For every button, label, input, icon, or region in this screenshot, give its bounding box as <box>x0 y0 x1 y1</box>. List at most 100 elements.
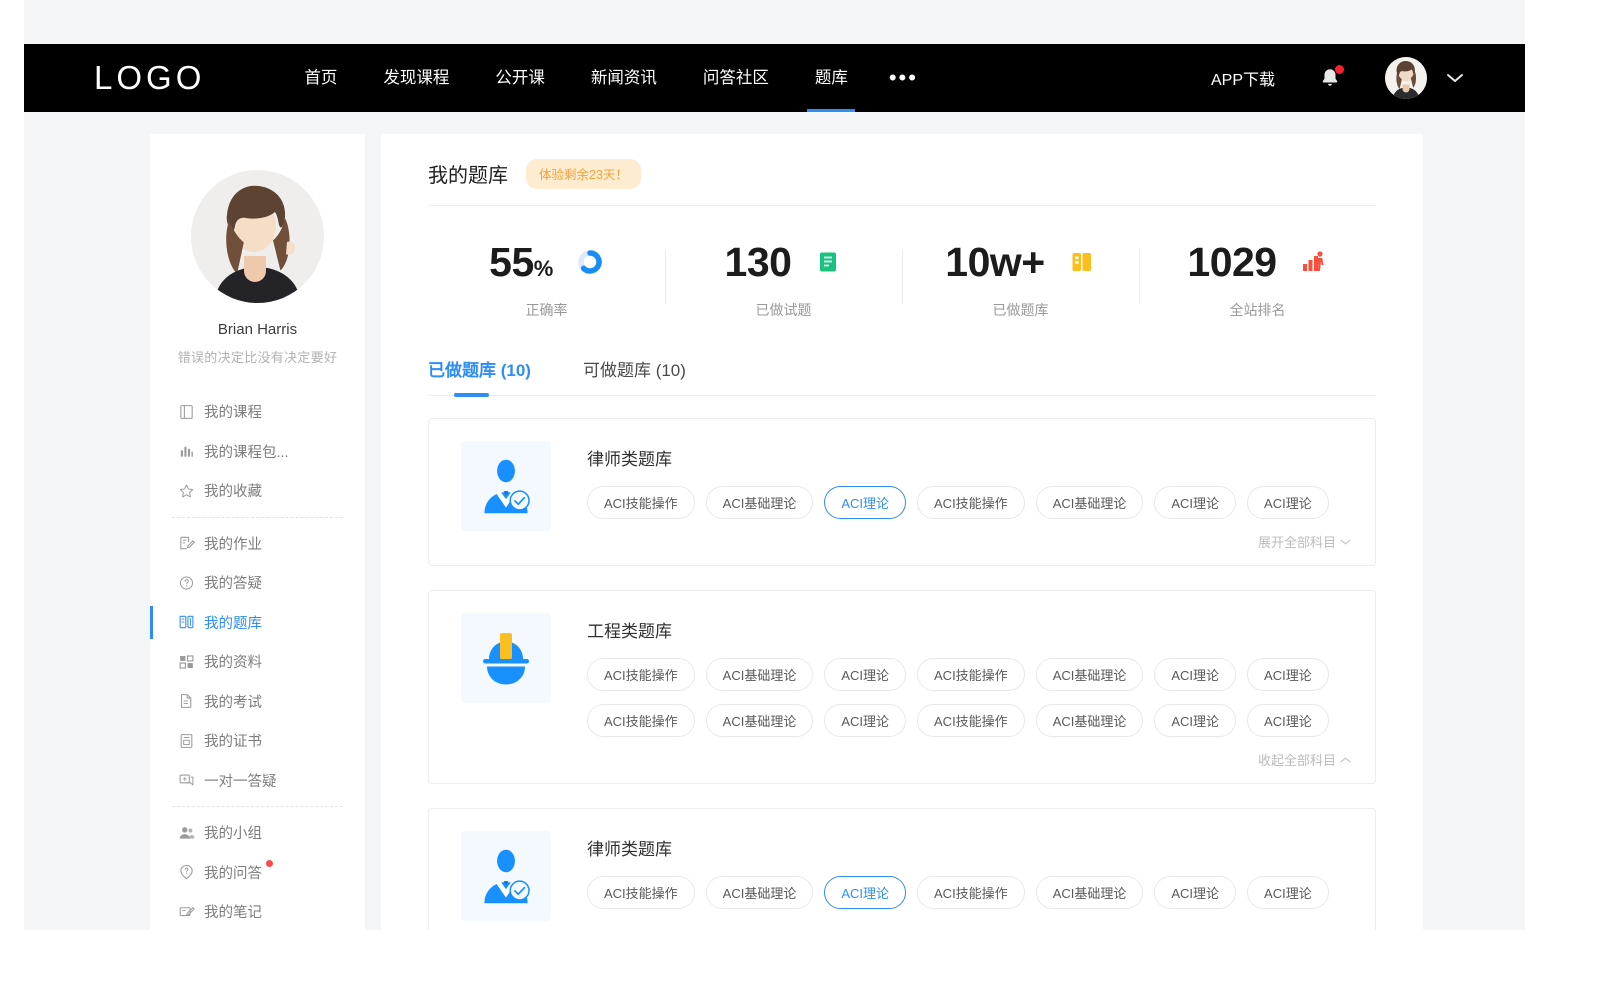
question-bank-card[interactable]: 律师类题库ACI技能操作ACI基础理论ACI理论ACI技能操作ACI基础理论AC… <box>428 808 1376 931</box>
site-header: LOGO 首页发现课程公开课新闻资讯问答社区题库 ••• APP下载 <box>24 44 1525 112</box>
chevron-down-icon <box>1340 534 1351 549</box>
sidebar-item-label: 我的考试 <box>204 691 262 712</box>
subject-tag[interactable]: ACI基础理论 <box>1036 876 1144 909</box>
app-download-link[interactable]: APP下载 <box>1211 66 1275 90</box>
subject-tag[interactable]: ACI技能操作 <box>917 876 1025 909</box>
subject-tag[interactable]: ACI理论 <box>1247 876 1329 909</box>
sidebar-item-label: 我的课程包... <box>204 441 289 462</box>
sidebar-item-10[interactable]: 我的小组 <box>150 813 365 853</box>
nav-item-0[interactable]: 首页 <box>281 44 360 112</box>
sidebar-item-4[interactable]: 我的答疑 <box>150 563 365 603</box>
sidebar-item-7[interactable]: 我的考试 <box>150 682 365 722</box>
subject-tag[interactable]: ACI基础理论 <box>706 658 814 691</box>
subject-tag[interactable]: ACI技能操作 <box>917 704 1025 737</box>
stat-card-1: 130已做试题 <box>665 242 902 320</box>
subject-tag[interactable]: ACI技能操作 <box>587 486 695 519</box>
stat-unit: % <box>534 256 553 281</box>
stat-value-row: 55% <box>489 242 604 283</box>
subject-tag[interactable]: ACI技能操作 <box>917 486 1025 519</box>
subject-tag[interactable]: ACI基础理论 <box>1036 486 1144 519</box>
subject-tag[interactable]: ACI技能操作 <box>587 704 695 737</box>
toggle-subjects-button[interactable]: 展开全部科目 <box>587 532 1351 551</box>
subject-tag[interactable]: ACI基础理论 <box>706 876 814 909</box>
sidebar-item-9[interactable]: 一对一答疑 <box>150 761 365 801</box>
subject-tag[interactable]: ACI理论 <box>824 486 906 519</box>
sidebar-item-label: 我的答疑 <box>204 572 262 593</box>
profile-avatar[interactable] <box>191 170 324 303</box>
yellow-book-icon <box>1068 248 1096 276</box>
header-right: APP下载 <box>1211 57 1465 99</box>
subject-tag[interactable]: ACI技能操作 <box>587 658 695 691</box>
nav-item-5[interactable]: 题库 <box>792 44 871 112</box>
avatar[interactable] <box>1385 57 1427 99</box>
page-root: LOGO 首页发现课程公开课新闻资讯问答社区题库 ••• APP下载 <box>24 0 1525 930</box>
subject-tag-row: ACI技能操作 ACI基础理论 ACI理论 ACI技能操作 ACI基础理论 ACI理论 AC… <box>587 486 1351 519</box>
subject-tag-list: ACI技能操作 ACI基础理论 ACI理论 ACI技能操作 ACI基础理论 ACI理论 AC… <box>587 876 1351 909</box>
homework-icon <box>178 535 195 552</box>
stat-value: 1029 <box>1187 242 1276 283</box>
sidebar-menu: 我的课程我的课程包... 我的收藏我的作业我的答疑我的题库我的资料我的考试我的证书… <box>150 392 365 930</box>
subject-tag[interactable]: ACI基础理论 <box>706 486 814 519</box>
stat-card-0: 55% 正确率 <box>428 242 665 320</box>
qa-icon <box>178 864 195 881</box>
subject-tag[interactable]: ACI理论 <box>1154 876 1236 909</box>
subject-tag-row: ACI技能操作 ACI基础理论 ACI理论 ACI技能操作 ACI基础理论 ACI理论 AC… <box>587 658 1351 691</box>
tab-1[interactable]: 可做题库 (10) <box>583 356 686 395</box>
subject-tag-row: ACI技能操作 ACI基础理论 ACI理论 ACI技能操作 ACI基础理论 ACI理论 AC… <box>587 704 1351 737</box>
nav-item-2[interactable]: 公开课 <box>472 44 568 112</box>
certificate-icon <box>178 732 195 749</box>
subject-tag[interactable]: ACI理论 <box>1247 658 1329 691</box>
subject-tag[interactable]: ACI理论 <box>824 658 906 691</box>
subject-tag[interactable]: ACI理论 <box>1247 704 1329 737</box>
stat-card-3: 1029 全站排名 <box>1139 242 1376 320</box>
stat-value-row: 130 <box>725 242 843 283</box>
sidebar-item-6[interactable]: 我的资料 <box>150 642 365 682</box>
sidebar-item-11[interactable]: 我的问答 <box>150 853 365 893</box>
subject-tag[interactable]: ACI理论 <box>1154 486 1236 519</box>
subject-tag[interactable]: ACI理论 <box>1154 658 1236 691</box>
nav-item-3[interactable]: 新闻资讯 <box>568 44 680 112</box>
sidebar-item-2[interactable]: 我的收藏 <box>150 471 365 511</box>
sidebar-item-1[interactable]: 我的课程包... <box>150 432 365 472</box>
subject-tag[interactable]: ACI理论 <box>824 876 906 909</box>
chevron-down-icon[interactable] <box>1445 71 1465 85</box>
sidebar-item-label: 我的笔记 <box>204 901 262 922</box>
stat-label: 正确率 <box>526 300 568 320</box>
subject-tag[interactable]: ACI理论 <box>1154 704 1236 737</box>
subject-tag[interactable]: ACI理论 <box>1247 486 1329 519</box>
sidebar-item-0[interactable]: 我的课程 <box>150 392 365 432</box>
subject-tag[interactable]: ACI基础理论 <box>706 704 814 737</box>
stat-label: 已做题库 <box>993 300 1049 320</box>
card-body: 律师类题库ACI技能操作ACI基础理论ACI理论ACI技能操作ACI基础理论AC… <box>587 831 1351 922</box>
stats-row: 55% 正确率 130已做试题10w+已做题库 1029 全站排名 <box>428 206 1376 348</box>
toggle-subjects-label: 收起全部科目 <box>1258 750 1336 769</box>
group-icon <box>178 824 195 841</box>
sidebar-item-3[interactable]: 我的作业 <box>150 524 365 564</box>
stat-label: 全站排名 <box>1230 300 1286 320</box>
subject-tag[interactable]: ACI技能操作 <box>917 658 1025 691</box>
sidebar-item-12[interactable]: 我的笔记 <box>150 892 365 930</box>
nav-more-button[interactable]: ••• <box>871 53 936 103</box>
card-list: 律师类题库ACI技能操作ACI基础理论ACI理论ACI技能操作ACI基础理论AC… <box>428 396 1376 931</box>
sidebar-item-8[interactable]: 我的证书 <box>150 721 365 761</box>
subject-tag[interactable]: ACI基础理论 <box>1036 658 1144 691</box>
card-title: 律师类题库 <box>587 445 1351 470</box>
nav-item-4[interactable]: 问答社区 <box>680 44 792 112</box>
question-bank-card[interactable]: 律师类题库ACI技能操作ACI基础理论ACI理论ACI技能操作ACI基础理论AC… <box>428 418 1376 566</box>
sidebar-item-label: 我的问答 <box>204 862 262 883</box>
nav-item-1[interactable]: 发现课程 <box>360 44 472 112</box>
subject-tag[interactable]: ACI基础理论 <box>1036 704 1144 737</box>
stat-card-2: 10w+已做题库 <box>902 242 1139 320</box>
toggle-subjects-button[interactable]: 收起全部科目 <box>587 750 1351 769</box>
profile-name: Brian Harris <box>150 321 365 338</box>
logo[interactable]: LOGO <box>94 59 205 97</box>
tab-0[interactable]: 已做题库 (10) <box>428 356 531 395</box>
subject-tag[interactable]: ACI理论 <box>824 704 906 737</box>
card-body: 工程类题库ACI技能操作ACI基础理论ACI理论ACI技能操作ACI基础理论AC… <box>587 613 1351 769</box>
question-bank-card[interactable]: 工程类题库ACI技能操作ACI基础理论ACI理论ACI技能操作ACI基础理论AC… <box>428 590 1376 784</box>
notifications-button[interactable] <box>1319 66 1341 90</box>
page-header: 我的题库 体验剩余23天！ <box>428 134 1376 206</box>
subject-tag[interactable]: ACI技能操作 <box>587 876 695 909</box>
stat-value-row: 1029 <box>1187 242 1327 283</box>
sidebar-item-5[interactable]: 我的题库 <box>150 603 365 643</box>
